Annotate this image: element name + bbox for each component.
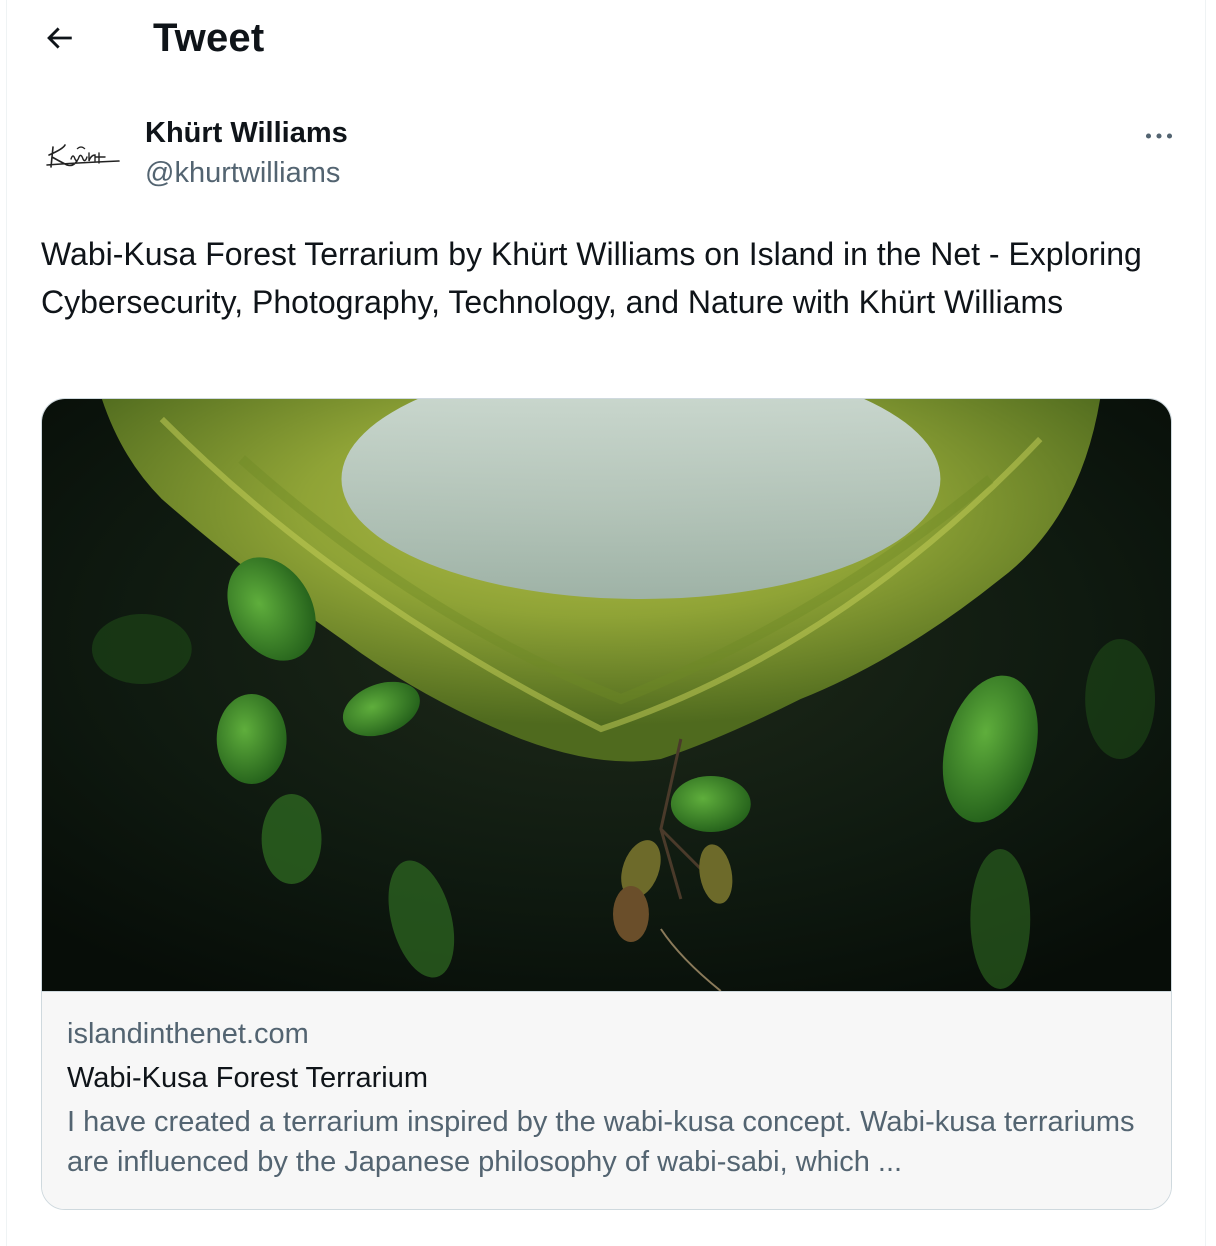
card-description: I have created a terrarium inspired by t…	[67, 1106, 1135, 1178]
page-header: Tweet	[7, 0, 1205, 78]
page-title: Tweet	[153, 16, 265, 60]
more-button[interactable]	[1135, 112, 1183, 160]
more-horizontal-icon	[1145, 133, 1173, 139]
arrow-left-icon	[47, 27, 72, 49]
signature-logo	[46, 144, 120, 168]
card-image	[42, 399, 1171, 991]
avatar[interactable]	[41, 114, 125, 198]
card-title: Wabi-Kusa Forest Terrarium	[67, 1062, 428, 1094]
link-preview-card[interactable]: islandinthenet.com Wabi-Kusa Forest Terr…	[41, 398, 1172, 1210]
author-name[interactable]: Khürt Williams	[145, 115, 348, 151]
back-button[interactable]	[35, 14, 83, 62]
card-domain: islandinthenet.com	[67, 1018, 309, 1050]
tweet-page: Tweet Khürt Williams @khurtwilliams Wabi…	[6, 0, 1206, 1246]
author-handle[interactable]: @khurtwilliams	[145, 155, 340, 191]
tweet-text: Wabi-Kusa Forest Terrarium by Khürt Will…	[41, 236, 1142, 320]
card-meta: islandinthenet.com Wabi-Kusa Forest Terr…	[42, 991, 1171, 1209]
